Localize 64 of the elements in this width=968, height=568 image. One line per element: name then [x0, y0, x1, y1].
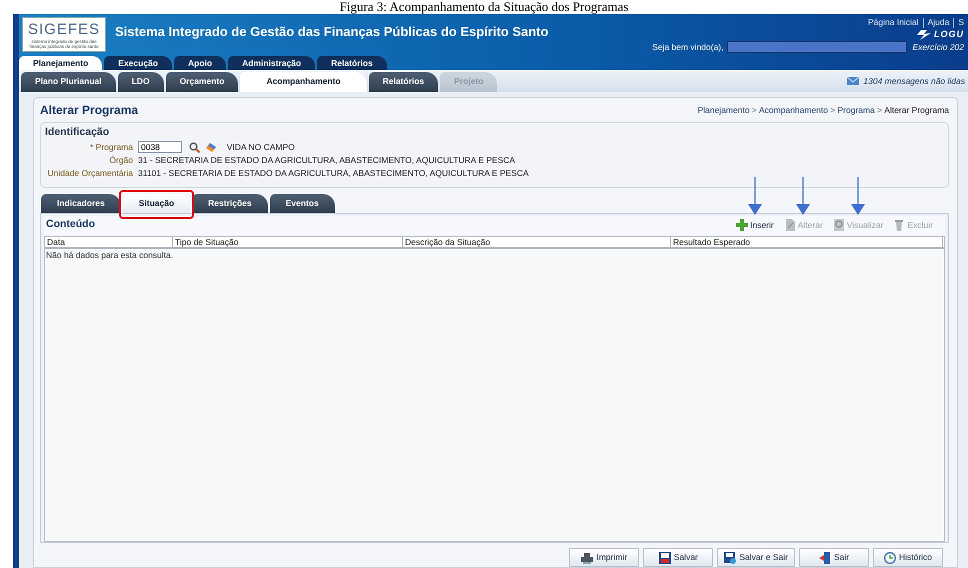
search-icon[interactable] [189, 142, 200, 153]
column-header: Tipo de Situação [173, 236, 403, 247]
empty-message: Não há dados para esta consulta. [45, 248, 174, 262]
mail-icon [847, 77, 860, 86]
section-title: Conteúdo [45, 217, 95, 232]
welcome-text: Seja bem vindo(a), [652, 42, 724, 52]
vendor-logo: LOGU [934, 29, 964, 40]
magnifier-icon [832, 219, 845, 232]
sub-tab[interactable]: Acompanhamento [240, 72, 367, 92]
detail-tab[interactable]: Indicadores [41, 194, 121, 213]
header-link[interactable]: S [958, 17, 964, 28]
trash-icon [893, 219, 906, 232]
main-tab[interactable]: Relatórios [317, 56, 387, 70]
footer-button[interactable]: Salvar e Sair [717, 548, 795, 567]
header-link[interactable]: Página Inicial [868, 17, 919, 28]
sub-tab[interactable]: LDO [118, 72, 164, 92]
footer-button[interactable]: Histórico [873, 548, 943, 567]
footer-button[interactable]: Salvar [643, 548, 714, 567]
header-link[interactable]: Ajuda [928, 17, 950, 28]
sub-tab[interactable]: Plano Plurianual [21, 72, 116, 92]
footer-button[interactable]: Sair [799, 548, 869, 567]
column-header: Resultado Esperado [671, 236, 943, 247]
detail-tab[interactable]: Situação [122, 194, 190, 213]
eraser-icon[interactable] [205, 142, 218, 153]
detail-tab[interactable]: Restrições [192, 194, 268, 213]
breadcrumb-separator: > [752, 104, 757, 115]
program-field[interactable]: 0038 [138, 141, 182, 154]
field-label: Unidade Orçamentária [46, 166, 133, 180]
field-value: 31101 - SECRETARIA DE ESTADO DA AGRICULTURA, ABASTECIMENTO, AQUICULTURA E PESCA [138, 166, 529, 180]
breadcrumb-item: Alterar Programa [884, 104, 949, 115]
sub-tab[interactable]: Orçamento [166, 72, 238, 92]
plus-icon [736, 219, 748, 232]
breadcrumb-item[interactable]: Programa [837, 104, 875, 115]
printer-icon [581, 552, 594, 564]
main-tab[interactable]: Apoio [174, 56, 226, 70]
unread-messages-link[interactable]: 1304 mensagens não lidas [863, 75, 965, 88]
detail-tab[interactable]: Eventos [270, 194, 335, 213]
figure-caption: Figura 3: Acompanhamento da Situação dos Programas [340, 0, 628, 14]
footer-button[interactable]: Imprimir [569, 548, 640, 567]
clock-icon [884, 552, 896, 564]
column-header: Descrição da Situação [403, 236, 671, 247]
breadcrumb-separator: > [877, 104, 882, 115]
program-name: VIDA NO CAMPO [226, 140, 295, 154]
field-value: 31 - SECRETARIA DE ESTADO DA AGRICULTURA, ABASTECIMENTO, AQUICULTURA E PESCA [138, 154, 516, 167]
main-tab[interactable]: Planejamento [19, 56, 102, 70]
document-icon [784, 219, 796, 232]
door-icon [818, 552, 831, 564]
field-label: * Programa [89, 140, 133, 154]
app-title: Sistema Integrado de Gestão das Finanças Públicas do Espírito Santo [115, 24, 548, 39]
breadcrumb-separator: > [830, 104, 836, 115]
logo-icon [916, 30, 932, 40]
main-tab[interactable]: Administração [228, 56, 316, 70]
section-title: Identificação [45, 125, 110, 140]
floppy-icon [724, 552, 736, 564]
main-tab[interactable]: Execução [104, 56, 172, 70]
column-header: Data [45, 236, 173, 247]
page-title: Alterar Programa [40, 102, 138, 119]
breadcrumb-item[interactable]: Acompanhamento [759, 104, 828, 115]
toolbar-button[interactable]: Inserir [736, 218, 774, 232]
floppy-icon [658, 552, 671, 564]
field-label: Órgão [108, 154, 133, 167]
breadcrumb-item[interactable]: Planejamento [698, 104, 750, 115]
exercise-year: Exercício 202 [912, 42, 964, 52]
sub-tab[interactable]: Relatórios [368, 72, 438, 92]
